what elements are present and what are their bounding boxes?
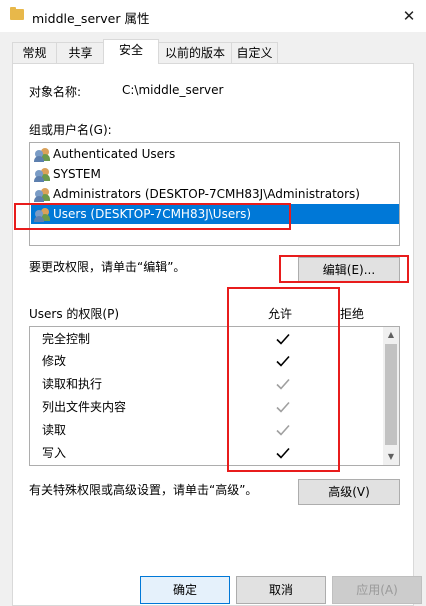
list-item-label: SYSTEM <box>53 167 101 181</box>
annotation-box <box>227 287 340 472</box>
scroll-thumb[interactable] <box>385 344 397 445</box>
window-title: middle_server 属性 <box>32 11 150 26</box>
advanced-hint: 有关特殊权限或高级设置，请单击“高级”。 <box>29 483 258 497</box>
cancel-button[interactable]: 取消 <box>236 576 326 604</box>
groups-label: 组或用户名(G): <box>29 123 112 137</box>
tab-sharing[interactable]: 共享 <box>56 42 105 63</box>
tab-customize[interactable]: 自定义 <box>231 42 278 63</box>
tab-previous-versions[interactable]: 以前的版本 <box>158 42 232 63</box>
permission-row: 完全控制 <box>42 332 91 346</box>
permissions-scrollbar[interactable]: ▲ ▼ <box>383 327 399 465</box>
object-name-label: 对象名称: <box>29 85 82 99</box>
permissions-list: 完全控制 修改 读取和执行 列出文件夹内容 读取 写入 <box>29 326 400 466</box>
folder-icon <box>10 7 24 20</box>
tab-security[interactable]: 安全 <box>103 39 159 64</box>
permission-row: 写入 <box>42 446 67 460</box>
permissions-label: Users 的权限(P) <box>29 307 120 321</box>
permission-row: 读取和执行 <box>42 377 103 391</box>
close-button[interactable]: ✕ <box>392 2 426 30</box>
list-item-label: Administrators (DESKTOP-7CMH83J\Administ… <box>53 187 360 201</box>
deny-column-header: 拒绝 <box>340 307 365 321</box>
annotation-box <box>279 255 409 283</box>
permission-row: 列出文件夹内容 <box>42 400 127 414</box>
apply-button[interactable]: 应用(A) <box>332 576 422 604</box>
ok-button[interactable]: 确定 <box>140 576 230 604</box>
object-name-value: C:\middle_server <box>122 83 224 97</box>
annotation-box <box>14 203 291 230</box>
scroll-up-icon[interactable]: ▲ <box>383 327 399 343</box>
users-icon <box>34 187 50 202</box>
groups-listbox[interactable]: Authenticated Users SYSTEM Administrator… <box>29 142 400 246</box>
advanced-button[interactable]: 高级(V) <box>298 479 400 505</box>
permission-row: 修改 <box>42 354 67 368</box>
scroll-down-icon[interactable]: ▼ <box>383 449 399 465</box>
change-hint: 要更改权限，请单击“编辑”。 <box>29 260 186 274</box>
users-icon <box>34 147 50 162</box>
list-item-label: Authenticated Users <box>53 147 176 161</box>
permission-row: 读取 <box>42 423 67 437</box>
tab-general[interactable]: 常规 <box>12 42 57 63</box>
users-icon <box>34 167 50 182</box>
